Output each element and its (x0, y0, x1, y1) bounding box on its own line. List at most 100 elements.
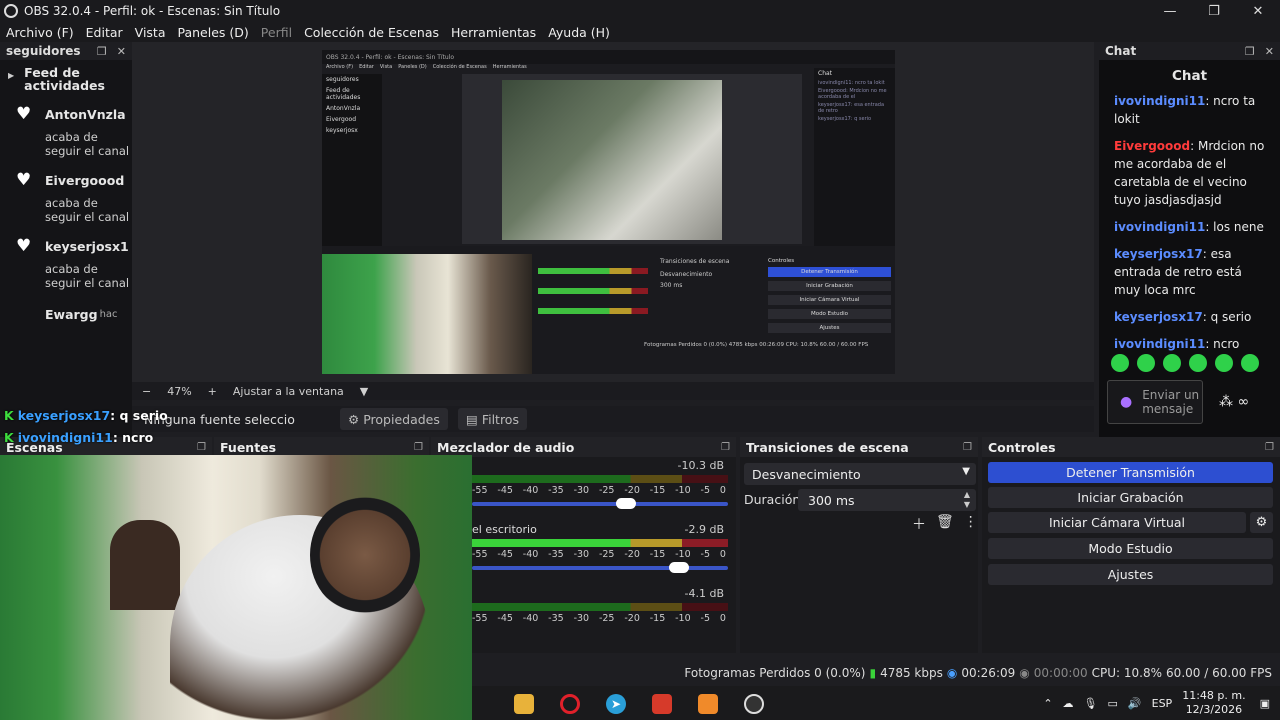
file-explorer-icon[interactable] (514, 694, 534, 714)
chat-username[interactable]: keyserjosx17 (1114, 247, 1203, 261)
chat-message: keyserjosx17: esa entrada de retro está … (1114, 245, 1272, 299)
start-virtual-camera-button[interactable]: Iniciar Cámara Virtual (988, 512, 1246, 533)
duration-input[interactable]: 300 ms ▲ ▼ (798, 489, 976, 511)
chevron-up-icon[interactable]: ⌃ (1043, 697, 1052, 710)
filters-button[interactable]: ▤ Filtros (458, 408, 527, 430)
emote-icon[interactable] (1111, 354, 1129, 372)
chat-title: Chat (1171, 68, 1208, 84)
language-indicator[interactable]: ESP (1152, 697, 1173, 710)
dock-close-icon[interactable]: ✕ (117, 45, 126, 58)
chat-username[interactable]: ivovindigni11 (1114, 220, 1205, 234)
cpu-usage: CPU: 10.8% (1091, 666, 1163, 680)
transition-select[interactable]: Desvanecimiento ▼ (744, 463, 976, 485)
record-icon: ◉ (1019, 666, 1030, 680)
settings-button[interactable]: Ajustes (988, 564, 1273, 585)
emote-icon[interactable] (1137, 354, 1155, 372)
menu-coleccion-escenas[interactable]: Colección de Escenas (304, 25, 439, 40)
chat-message: keyserjosx17: q serio (1114, 308, 1272, 326)
kick-icon: K (4, 407, 14, 423)
obs-taskbar-icon[interactable] (744, 694, 764, 714)
microphone-icon[interactable]: ● (1120, 394, 1132, 410)
volume-slider[interactable] (472, 562, 728, 573)
chat-username[interactable]: ivovindigni11 (1114, 94, 1205, 108)
dock-float-icon[interactable]: ❐ (197, 442, 206, 453)
emote-row (1111, 354, 1259, 372)
chat-message: Eivergoood: Mrdcion no me acordaba de el… (1114, 137, 1272, 209)
follower-entry: ♥Ewargghac (45, 306, 118, 322)
stream-icon: ◉ (946, 666, 958, 680)
menu-paneles[interactable]: Paneles (D) (178, 25, 249, 40)
dock-float-icon[interactable]: ❐ (414, 442, 423, 453)
menu-vista[interactable]: Vista (135, 25, 166, 40)
title-bar: OBS 32.0.4 - Perfil: ok - Escenas: Sin T… (0, 0, 1280, 22)
add-icon[interactable]: ＋ (912, 514, 926, 534)
virtual-camera-settings-gear-icon[interactable]: ⚙ (1250, 512, 1273, 533)
properties-button[interactable]: ⚙ Propiedades (340, 408, 448, 430)
filter-icon: ▤ (466, 411, 478, 427)
minimize-button[interactable]: — (1148, 0, 1192, 22)
zoom-in-button[interactable]: + (208, 385, 217, 398)
emote-icon[interactable] (1241, 354, 1259, 372)
feed-title[interactable]: ▶ Feed de actividades (0, 60, 132, 92)
close-button[interactable]: ✕ (1236, 0, 1280, 22)
network-icon[interactable]: ▭ (1108, 697, 1118, 710)
chat-username[interactable]: keyserjosx17 (1114, 310, 1203, 324)
bitrate: 4785 kbps (880, 666, 943, 680)
heart-icon: ♥ (16, 104, 32, 124)
more-icon[interactable]: ⋮ (964, 514, 978, 534)
notification-icon[interactable]: ▣ (1260, 697, 1270, 710)
menu-ayuda[interactable]: Ayuda (H) (548, 25, 610, 40)
window-title: OBS 32.0.4 - Perfil: ok - Escenas: Sin T… (24, 4, 281, 18)
volume-slider[interactable] (472, 498, 728, 509)
telegram-icon[interactable]: ➤ (606, 694, 626, 714)
start-recording-button[interactable]: Iniciar Grabación (988, 487, 1273, 508)
volume-slider-handle[interactable] (669, 562, 690, 573)
users-icon[interactable]: ⁂ (1219, 394, 1233, 410)
chat-message: ivovindigni11: ncro (1114, 335, 1272, 353)
dock-float-icon[interactable]: ❐ (1245, 45, 1255, 58)
volume-icon[interactable]: 🔊 (1128, 697, 1142, 710)
gear-icon: ⚙ (348, 411, 360, 427)
dock-float-icon[interactable]: ❐ (1265, 442, 1274, 453)
infinity-icon[interactable]: ∞ (1237, 394, 1249, 410)
emote-icon[interactable] (1163, 354, 1181, 372)
menu-herramientas[interactable]: Herramientas (451, 25, 536, 40)
media-app-icon[interactable] (652, 694, 672, 714)
emote-icon[interactable] (1215, 354, 1233, 372)
heart-icon: ♥ (16, 170, 32, 190)
menu-perfil[interactable]: Perfil (261, 25, 292, 40)
clock[interactable]: 11:48 p. m. 12/3/2026 (1182, 689, 1245, 717)
webcam-overlay (0, 455, 472, 720)
dock-float-icon[interactable]: ❐ (97, 45, 107, 58)
cloud-icon[interactable]: ☁ (1063, 697, 1074, 710)
studio-mode-button[interactable]: Modo Estudio (988, 538, 1273, 559)
status-bar: Fotogramas Perdidos 0 (0.0%) ▮ 4785 kbps… (472, 660, 1280, 686)
chevron-right-icon: ▶ (8, 71, 15, 80)
stop-streaming-button[interactable]: Detener Transmisión (988, 462, 1273, 483)
dock-float-icon[interactable]: ❐ (721, 442, 730, 453)
chat-input[interactable]: ● Enviar un mensaje (1107, 380, 1203, 424)
spin-arrows-icon[interactable]: ▲ ▼ (964, 490, 970, 510)
emote-icon[interactable] (1189, 354, 1207, 372)
fl-studio-icon[interactable] (698, 694, 718, 714)
chat-username[interactable]: ivovindigni11 (1114, 337, 1205, 351)
maximize-button[interactable]: ❐ (1192, 0, 1236, 22)
dock-float-icon[interactable]: ❐ (963, 442, 972, 453)
follower-name: keyserjosx1 (45, 238, 129, 254)
zoom-out-button[interactable]: − (142, 385, 151, 398)
fit-window-label[interactable]: Ajustar a la ventana (233, 385, 344, 398)
chevron-down-icon[interactable]: ▼ (360, 385, 368, 398)
microphone-icon[interactable]: 🎙 (1084, 697, 1098, 710)
menu-archivo[interactable]: Archivo (F) (6, 25, 74, 40)
chat-username[interactable]: Eivergoood (1114, 139, 1190, 153)
dock-close-icon[interactable]: ✕ (1265, 45, 1274, 58)
nested-preview: OBS 32.0.4 - Perfil: ok - Escenas: Sin T… (322, 50, 895, 374)
volume-slider-handle[interactable] (615, 498, 636, 509)
opera-icon[interactable] (560, 694, 580, 714)
menu-editar[interactable]: Editar (86, 25, 123, 40)
signal-bars-icon: ▮ (869, 666, 877, 680)
taskbar: ➤ ⌃ ☁ 🎙 ▭ 🔊 ESP 11:48 p. m. 12/3/2026 ▣ (472, 686, 1280, 720)
audio-mixer-dock: Mezclador de audio ❐ -10.3 dB -55 -45 -40 -3… (431, 437, 736, 653)
trash-icon[interactable]: 🗑 (936, 514, 954, 534)
follower-entry: ♥ keyserjosx1 acaba de seguir el canal (0, 236, 132, 290)
